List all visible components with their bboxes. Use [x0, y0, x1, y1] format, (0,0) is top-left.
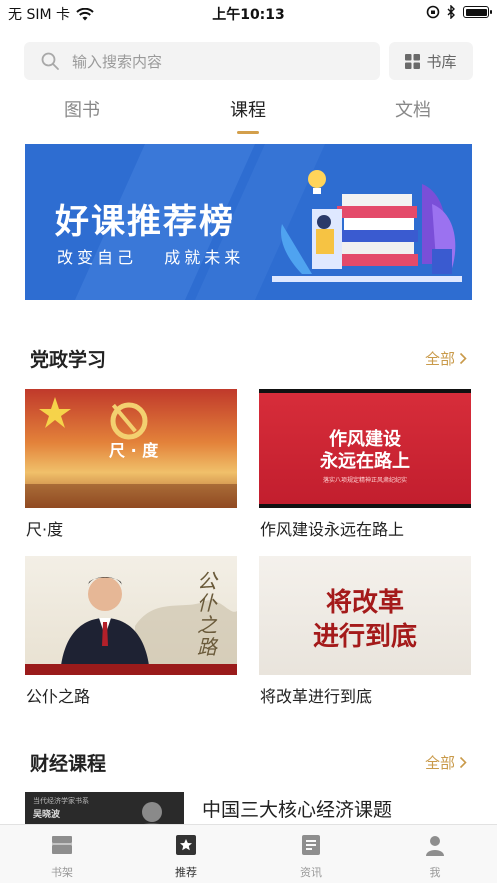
nav-item-recommend[interactable]: 推荐	[156, 833, 216, 880]
star-icon	[176, 835, 196, 855]
status-time: 上午10:13	[212, 7, 285, 23]
section-title-party-study: 党政学习	[30, 349, 107, 371]
chevron-right-icon	[459, 352, 467, 365]
grid-icon	[405, 53, 421, 69]
library-button[interactable]: 书库	[389, 42, 473, 80]
section-more-finance[interactable]: 全部	[425, 752, 467, 773]
nav-item-bookshelf[interactable]: 书架	[32, 833, 92, 880]
search-input[interactable]: 输入搜索内容	[24, 42, 380, 80]
category-tabs: 图书 课程 文档	[0, 96, 497, 136]
active-tab-indicator	[237, 131, 259, 134]
status-right	[426, 5, 492, 19]
thumb-caption: 落实八项规定精神正风肃纪纪实	[322, 477, 407, 484]
tab-courses[interactable]: 课程	[230, 96, 266, 122]
promo-banner[interactable]: 好课推荐榜 改变自己 成就未来	[25, 144, 472, 300]
course-label-finance[interactable]: 中国三大核心经济课题	[202, 795, 392, 822]
course-thumb-chidu[interactable]: 尺 · 度	[25, 389, 237, 508]
thumb-title: 尺 · 度	[109, 441, 159, 460]
news-icon	[302, 835, 320, 855]
bluetooth-icon	[447, 5, 455, 19]
thumb-title-line2: 永远在路上	[320, 451, 410, 472]
search-icon	[41, 52, 59, 70]
course-thumb-gaige[interactable]: 将改革 进行到底	[259, 556, 471, 675]
bookshelf-icon	[52, 836, 72, 854]
chevron-right-icon	[459, 756, 467, 769]
nav-label: 资讯	[300, 866, 322, 879]
tab-books[interactable]: 图书	[64, 96, 100, 122]
bottom-nav: 书架 推荐 资讯 我	[0, 824, 497, 883]
search-placeholder: 输入搜索内容	[72, 52, 163, 71]
section-more-party-study[interactable]: 全部	[425, 348, 467, 369]
thumb-author: 吴晓波	[33, 810, 61, 820]
nav-item-news[interactable]: 资讯	[281, 833, 341, 880]
orientation-lock-icon	[426, 5, 440, 19]
course-label-chidu[interactable]: 尺·度	[26, 516, 63, 540]
person-icon	[426, 836, 444, 856]
nav-label: 书架	[51, 866, 73, 879]
course-thumb-zuofeng[interactable]: 作风建设 永远在路上 落实八项规定精神正风肃纪纪实	[259, 389, 471, 508]
section-more-label: 全部	[424, 350, 455, 368]
status-bar: 无 SIM 卡 上午10:13	[0, 0, 497, 26]
nav-label: 我	[429, 866, 441, 879]
thumb-title-line2: 进行到底	[312, 622, 417, 652]
nav-label: 推荐	[175, 866, 197, 879]
library-button-label: 书库	[426, 52, 457, 71]
banner-subtitle: 改变自己 成就未来	[57, 248, 245, 267]
section-title-finance: 财经课程	[30, 753, 107, 775]
battery-icon	[463, 6, 492, 18]
section-more-label: 全部	[424, 754, 455, 772]
nav-item-me[interactable]: 我	[405, 833, 465, 880]
course-label-gongpu[interactable]: 公仆之路	[26, 683, 90, 707]
course-label-gaige[interactable]: 将改革进行到底	[260, 683, 372, 707]
course-label-zuofeng[interactable]: 作风建设永远在路上	[260, 516, 404, 540]
reading-illustration	[272, 170, 462, 282]
course-thumb-gongpu[interactable]: 公仆之路	[25, 556, 237, 675]
banner-title: 好课推荐榜	[55, 202, 235, 242]
thumb-title: 公仆之路	[197, 569, 217, 659]
thumb-caption: 当代经济学家书系	[33, 797, 89, 805]
tab-documents[interactable]: 文档	[395, 96, 431, 122]
thumb-title-line1: 将改革	[325, 588, 404, 618]
